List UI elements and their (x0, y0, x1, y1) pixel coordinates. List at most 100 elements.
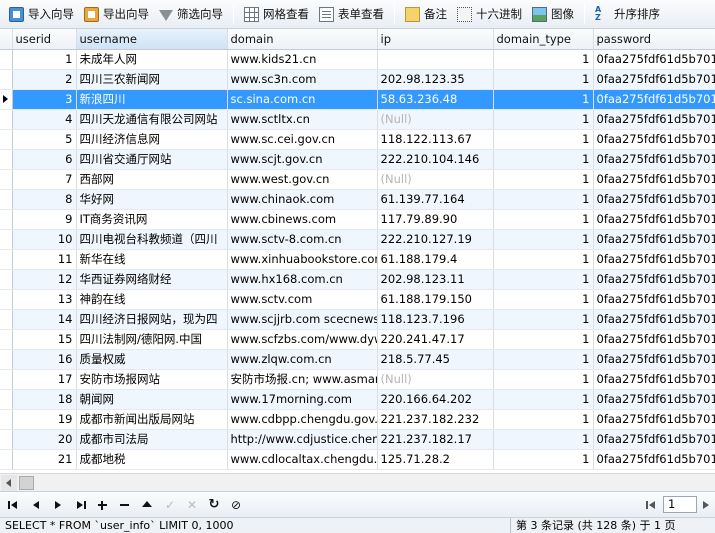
cell-password[interactable]: 0faa275fdf61d5b7014c6 (593, 329, 715, 350)
cell-userid[interactable]: 14 (12, 309, 77, 330)
cell-userid[interactable]: 12 (12, 269, 77, 290)
cell-ip[interactable]: 61.188.179.150 (377, 289, 494, 310)
table-row[interactable]: 21 成都地税 www.cdlocaltax.chengdu.gc 125.71.28… (0, 449, 715, 470)
horizontal-scrollbar[interactable] (0, 473, 715, 491)
scrollbar-thumb[interactable] (19, 476, 34, 490)
cell-domain-type[interactable]: 1 (493, 369, 594, 390)
table-row[interactable]: 14 四川经济日报网站，现为四 www.scjjrb.com scecnews.c 1… (0, 309, 715, 330)
cell-domain-type[interactable]: 1 (493, 209, 594, 230)
cell-ip[interactable]: 220.241.47.17 (377, 329, 494, 350)
cell-domain-type[interactable]: 1 (493, 449, 594, 470)
cell-domain-type[interactable]: 1 (493, 309, 594, 330)
table-row[interactable]: 20 成都市司法局 http://www.cdjustice.cheng 221.23… (0, 429, 715, 450)
cell-username[interactable]: 朝闻网 (76, 389, 228, 410)
table-row[interactable]: 1未成年人网www.kids21.cn10faa275fdf61d5b7014c… (0, 49, 715, 70)
cell-domain-type[interactable]: 1 (493, 69, 594, 90)
row-indicator[interactable] (0, 349, 13, 370)
cell-domain[interactable]: www.cbinews.com (227, 209, 378, 230)
cell-password[interactable]: 0faa275fdf61d5b7014c6 (593, 269, 715, 290)
memo-button[interactable]: 备注 (400, 3, 452, 25)
cell-username[interactable]: 新华在线 (76, 249, 228, 270)
cell-domain-type[interactable]: 1 (493, 129, 594, 150)
cell-password[interactable]: 0faa275fdf61d5b7014c6 (593, 109, 715, 130)
page-number-input[interactable]: 1 (663, 496, 697, 513)
table-row[interactable]: 2 四川三农新闻网 www.sc3n.com 202.98.123.35 1 0faa27… (0, 69, 715, 90)
cell-domain[interactable]: www.sc3n.com (227, 69, 378, 90)
cell-userid[interactable]: 13 (12, 289, 77, 310)
cell-domain[interactable]: www.sctltx.cn (227, 109, 378, 130)
column-header-password[interactable]: password (593, 29, 715, 50)
cell-domain[interactable]: www.cdbpp.chengdu.gov.c (227, 409, 378, 430)
cell-userid[interactable]: 21 (12, 449, 77, 470)
table-row[interactable]: 3 新浪四川 sc.sina.com.cn 58.63.236.48 1 0faa275f… (0, 89, 715, 110)
cell-username[interactable]: 四川经济日报网站，现为四 (76, 309, 228, 330)
cell-password[interactable]: 0faa275fdf61d5b7014c6 (593, 369, 715, 390)
cell-domain[interactable]: www.scjjrb.com scecnews.c (227, 309, 378, 330)
cell-domain-type[interactable]: 1 (493, 409, 594, 430)
row-indicator[interactable] (0, 189, 13, 210)
cell-userid[interactable]: 16 (12, 349, 77, 370)
cell-username[interactable]: 质量权威 (76, 349, 228, 370)
cell-userid[interactable]: 4 (12, 109, 77, 130)
cell-password[interactable]: 0faa275fdf61d5b7014c6 (593, 209, 715, 230)
cell-ip[interactable]: 61.188.179.4 (377, 249, 494, 270)
row-indicator[interactable] (0, 429, 13, 450)
cell-userid[interactable]: 20 (12, 429, 77, 450)
cell-userid[interactable]: 3 (12, 89, 77, 110)
cell-username[interactable]: 四川法制网/德阳网.中国 (76, 329, 228, 350)
table-row[interactable]: 12 华西证券网络财经 www.hx168.com.cn 202.98.123.11 1… (0, 269, 715, 290)
cell-userid[interactable]: 8 (12, 189, 77, 210)
cell-password[interactable]: 0faa275fdf61d5b7014c6 (593, 409, 715, 430)
row-indicator[interactable] (0, 369, 13, 390)
cell-userid[interactable]: 19 (12, 409, 77, 430)
cell-username[interactable]: 四川省交通厅网站 (76, 149, 228, 170)
table-row[interactable]: 10 四川电视台科教频道（四川 www.sctv-8.com.cn 222.210.1… (0, 229, 715, 250)
row-indicator[interactable] (0, 49, 13, 70)
row-indicator[interactable] (0, 309, 13, 330)
next-page-icon[interactable] (697, 497, 715, 513)
table-row[interactable]: 17 安防市场报网站 安防市场报.cn; www.asmarl (Null) 1 0faa… (0, 369, 715, 390)
cell-username[interactable]: 成都市新闻出版局网站 (76, 409, 228, 430)
first-record-icon[interactable] (6, 497, 26, 513)
cell-ip[interactable]: 221.237.182.232 (377, 409, 494, 430)
cell-ip[interactable]: 220.166.64.202 (377, 389, 494, 410)
table-row[interactable]: 6 四川省交通厅网站 www.scjt.gov.cn 222.210.104.146 1… (0, 149, 715, 170)
row-indicator[interactable] (0, 229, 13, 250)
stop-icon[interactable]: ⊘ (226, 497, 246, 513)
cell-ip[interactable]: 125.71.28.2 (377, 449, 494, 470)
table-row[interactable]: 18 朝闻网 www.17morning.com 220.166.64.202 1 0fa… (0, 389, 715, 410)
cell-domain-type[interactable]: 1 (493, 109, 594, 130)
cell-domain[interactable]: www.scjt.gov.cn (227, 149, 378, 170)
cell-ip[interactable]: 202.98.123.35 (377, 69, 494, 90)
cell-ip[interactable]: (Null) (377, 169, 494, 190)
filter-wizard-button[interactable]: 筛选向导 (154, 3, 228, 25)
cell-domain-type[interactable]: 1 (493, 149, 594, 170)
cell-userid[interactable]: 6 (12, 149, 77, 170)
cell-ip[interactable]: 218.5.77.45 (377, 349, 494, 370)
cell-domain[interactable]: www.17morning.com (227, 389, 378, 410)
next-record-icon[interactable] (50, 497, 70, 513)
cell-password[interactable]: 0faa275fdf61d5b7014c6 (593, 309, 715, 330)
cell-domain-type[interactable]: 1 (493, 349, 594, 370)
row-indicator[interactable] (0, 89, 13, 110)
table-row[interactable]: 19 成都市新闻出版局网站 www.cdbpp.chengdu.gov.c 221.2… (0, 409, 715, 430)
row-indicator[interactable] (0, 109, 13, 130)
table-row[interactable]: 13 神韵在线 www.sctv.com 61.188.179.150 1 0faa275… (0, 289, 715, 310)
cell-userid[interactable]: 15 (12, 329, 77, 350)
delete-record-icon[interactable] (116, 497, 136, 513)
cell-username[interactable]: 安防市场报网站 (76, 369, 228, 390)
cell-ip[interactable]: 222.210.104.146 (377, 149, 494, 170)
table-row[interactable]: 8 华好网 www.chinaok.com 61.139.77.164 1 0faa275… (0, 189, 715, 210)
cell-password[interactable]: 0faa275fdf61d5b7014c6 (593, 149, 715, 170)
column-header-userid[interactable]: userid (12, 29, 77, 50)
cell-username[interactable]: 四川经济信息网 (76, 129, 228, 150)
cell-password[interactable]: 0faa275fdf61d5b7014c6 (593, 449, 715, 470)
previous-record-icon[interactable] (28, 497, 48, 513)
cell-username[interactable]: 神韵在线 (76, 289, 228, 310)
table-row[interactable]: 15 四川法制网/德阳网.中国 www.scfzbs.com/www.dyw 220.… (0, 329, 715, 350)
cell-ip[interactable]: 58.63.236.48 (377, 89, 494, 110)
cancel-changes-icon[interactable]: ✕ (182, 497, 202, 513)
cell-domain-type[interactable]: 1 (493, 269, 594, 290)
cell-domain[interactable]: www.cdlocaltax.chengdu.gc (227, 449, 378, 470)
cell-ip[interactable]: 202.98.123.11 (377, 269, 494, 290)
